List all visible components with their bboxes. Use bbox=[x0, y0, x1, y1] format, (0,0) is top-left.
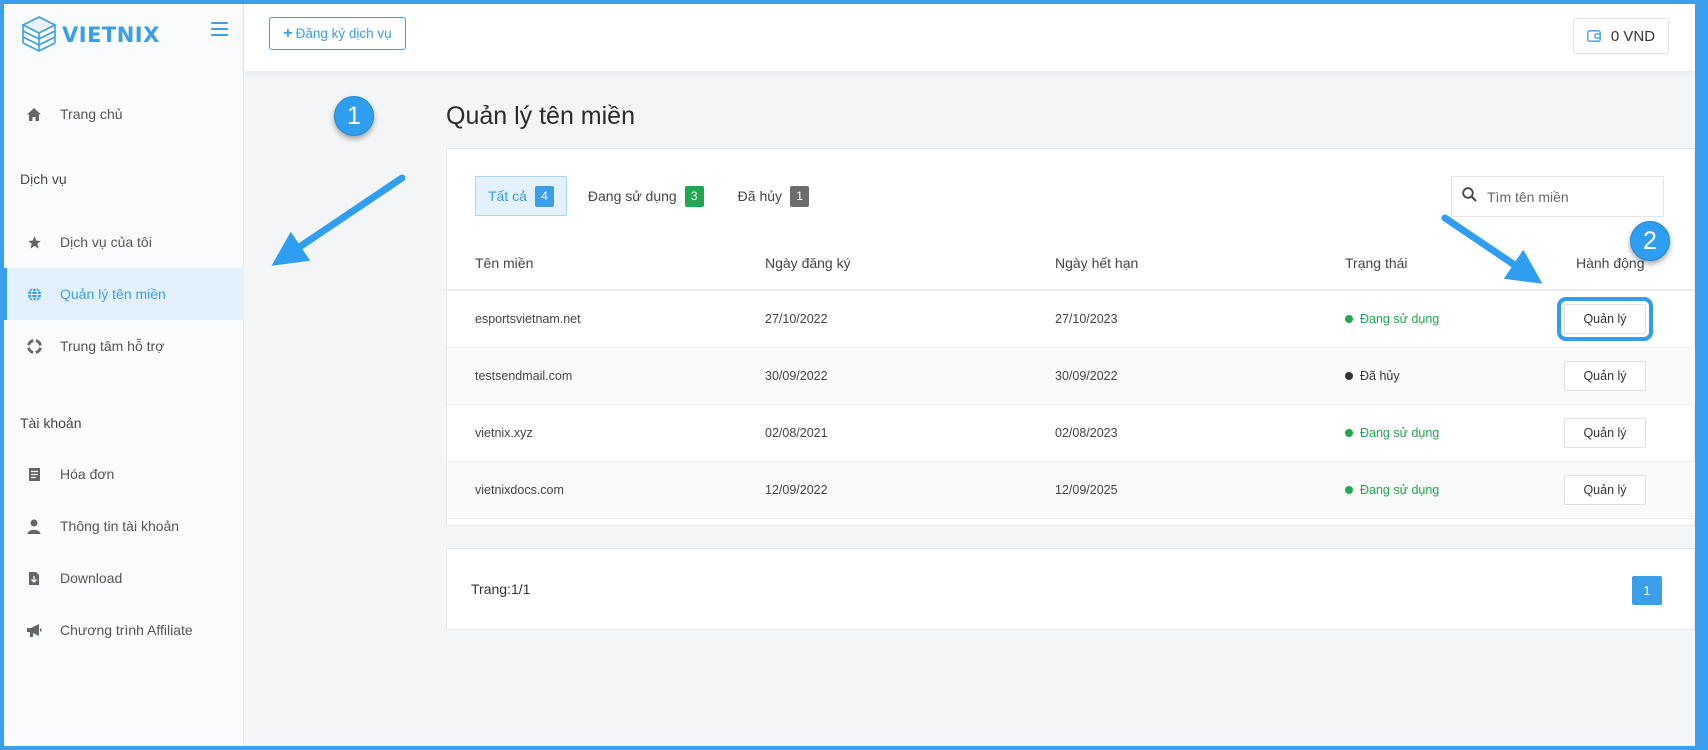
status-label: Đang sử dụng bbox=[1360, 483, 1440, 497]
plus-icon: + bbox=[283, 24, 293, 42]
table-row: esportsvietnam.net 27/10/2022 27/10/2023… bbox=[447, 291, 1695, 348]
balance-value: 0 VND bbox=[1610, 27, 1656, 45]
status-label: Đã hủy bbox=[1360, 369, 1400, 383]
annotation-marker-1: 1 bbox=[334, 96, 374, 136]
wallet-icon bbox=[1587, 30, 1601, 42]
count-badge: 1 bbox=[790, 185, 810, 207]
expiry-date: 12/09/2025 bbox=[1055, 483, 1118, 497]
app-frame: VIETNIX Trang chủ Dịch vụ Dịch vụ của tô… bbox=[4, 4, 1695, 746]
tab-label: Tất cả bbox=[488, 188, 527, 204]
file-download-icon bbox=[26, 570, 42, 586]
sidebar-item-label: Trung tâm hỗ trợ bbox=[60, 338, 165, 354]
menu-toggle-icon[interactable] bbox=[211, 22, 228, 36]
brand-name: VIETNIX bbox=[62, 23, 160, 47]
section-label-account: Tài khoản bbox=[20, 415, 82, 431]
table-row: vietnixdocs.com 12/09/2022 12/09/2025 Đa… bbox=[447, 462, 1695, 519]
count-badge: 4 bbox=[534, 185, 554, 207]
expiry-date: 02/08/2023 bbox=[1055, 426, 1118, 440]
page-indicator: Trang:1/1 bbox=[471, 581, 531, 597]
status-label: Đang sử dụng bbox=[1360, 312, 1440, 326]
domain-table-card: Tất cả 4 Đang sử dụng 3 Đã hủy 1 Tên miề… bbox=[446, 148, 1695, 526]
sidebar-item-label: Download bbox=[60, 570, 123, 586]
sidebar-item-label: Dịch vụ của tôi bbox=[60, 234, 152, 250]
sidebar-item-download[interactable]: Download bbox=[4, 552, 244, 604]
filter-tabs: Tất cả 4 Đang sử dụng 3 Đã hủy 1 bbox=[475, 176, 810, 216]
page-button[interactable]: 1 bbox=[1632, 576, 1662, 605]
registered-date: 27/10/2022 bbox=[765, 312, 828, 326]
arrow-to-sidebar bbox=[271, 174, 406, 266]
status-badge: Đang sử dụng bbox=[1345, 312, 1439, 326]
status-dot-icon bbox=[1345, 486, 1353, 494]
status-dot-icon bbox=[1345, 315, 1353, 323]
count-badge: 3 bbox=[684, 185, 704, 207]
lifebuoy-icon bbox=[26, 338, 42, 354]
column-header-expires: Ngày hết hạn bbox=[1055, 255, 1139, 271]
sidebar-item-label: Quản lý tên miền bbox=[60, 286, 166, 302]
register-service-label: Đăng ký dịch vụ bbox=[295, 26, 392, 41]
sidebar-item-label: Thông tin tài khoản bbox=[60, 518, 180, 534]
column-header-domain: Tên miền bbox=[475, 255, 534, 271]
status-dot-icon bbox=[1345, 372, 1353, 380]
logo[interactable]: VIETNIX bbox=[20, 14, 160, 56]
tab-all[interactable]: Tất cả 4 bbox=[475, 176, 567, 216]
manage-button[interactable]: Quản lý bbox=[1557, 297, 1653, 341]
column-header-status: Trạng thái bbox=[1345, 255, 1408, 271]
section-label-services: Dịch vụ bbox=[20, 171, 67, 187]
status-badge: Đang sử dụng bbox=[1345, 483, 1439, 497]
user-icon bbox=[26, 518, 42, 534]
search-input[interactable] bbox=[1487, 188, 1657, 205]
sidebar-item-home[interactable]: Trang chủ bbox=[4, 88, 244, 140]
tab-cancelled[interactable]: Đã hủy 1 bbox=[737, 176, 810, 216]
wallet-balance[interactable]: 0 VND bbox=[1573, 18, 1669, 54]
tab-label: Đang sử dụng bbox=[587, 188, 677, 204]
sidebar-item-my-services[interactable]: Dịch vụ của tôi bbox=[4, 216, 244, 268]
search-icon bbox=[1462, 186, 1477, 207]
table-row: testsendmail.com 30/09/2022 30/09/2022 Đ… bbox=[447, 348, 1695, 405]
status-dot-icon bbox=[1345, 429, 1353, 437]
vietnix-logo-icon bbox=[21, 16, 57, 52]
topbar: + Đăng ký dịch vụ 0 VND bbox=[244, 4, 1695, 71]
domain-name[interactable]: testsendmail.com bbox=[475, 369, 572, 383]
table-row: vietnix.xyz 02/08/2021 02/08/2023 Đang s… bbox=[447, 405, 1695, 462]
manage-button[interactable]: Quản lý bbox=[1564, 361, 1646, 391]
star-icon bbox=[26, 234, 42, 250]
table-header: Tên miền Ngày đăng ký Ngày hết hạn Trạng… bbox=[447, 239, 1695, 291]
domain-name[interactable]: vietnixdocs.com bbox=[475, 483, 564, 497]
invoice-icon bbox=[26, 466, 42, 482]
globe-icon bbox=[26, 286, 42, 302]
domain-name[interactable]: esportsvietnam.net bbox=[475, 312, 581, 326]
sidebar-item-label: Hóa đơn bbox=[60, 466, 115, 482]
tab-in-use[interactable]: Đang sử dụng 3 bbox=[588, 176, 704, 216]
column-header-action: Hành động bbox=[1576, 255, 1645, 271]
sidebar-item-label: Chương trình Affiliate bbox=[60, 622, 193, 638]
sidebar-item-affiliate[interactable]: Chương trình Affiliate bbox=[4, 604, 244, 656]
sidebar-item-label: Trang chủ bbox=[60, 106, 123, 122]
expiry-date: 27/10/2023 bbox=[1055, 312, 1118, 326]
status-badge: Đã hủy bbox=[1345, 369, 1400, 383]
page-title: Quản lý tên miền bbox=[446, 102, 635, 130]
pagination: Trang:1/1 1 bbox=[446, 548, 1695, 630]
status-badge: Đang sử dụng bbox=[1345, 426, 1439, 440]
expiry-date: 30/09/2022 bbox=[1055, 369, 1118, 383]
annotation-marker-2: 2 bbox=[1630, 221, 1670, 261]
register-service-button[interactable]: + Đăng ký dịch vụ bbox=[269, 17, 406, 50]
sidebar: VIETNIX Trang chủ Dịch vụ Dịch vụ của tô… bbox=[4, 4, 244, 746]
search-box[interactable] bbox=[1451, 176, 1664, 217]
registered-date: 02/08/2021 bbox=[765, 426, 828, 440]
registered-date: 30/09/2022 bbox=[765, 369, 828, 383]
tab-label: Đã hủy bbox=[737, 188, 783, 204]
sidebar-item-domain-management[interactable]: Quản lý tên miền bbox=[4, 268, 244, 320]
home-icon bbox=[26, 106, 42, 122]
manage-button[interactable]: Quản lý bbox=[1564, 475, 1646, 505]
manage-button[interactable]: Quản lý bbox=[1564, 418, 1646, 448]
domain-name[interactable]: vietnix.xyz bbox=[475, 426, 533, 440]
status-label: Đang sử dụng bbox=[1360, 426, 1440, 440]
column-header-registered: Ngày đăng ký bbox=[765, 255, 851, 271]
megaphone-icon bbox=[26, 622, 42, 638]
sidebar-item-support-center[interactable]: Trung tâm hỗ trợ bbox=[4, 320, 244, 372]
sidebar-item-invoices[interactable]: Hóa đơn bbox=[4, 448, 244, 500]
sidebar-item-account-info[interactable]: Thông tin tài khoản bbox=[4, 500, 244, 552]
registered-date: 12/09/2022 bbox=[765, 483, 828, 497]
